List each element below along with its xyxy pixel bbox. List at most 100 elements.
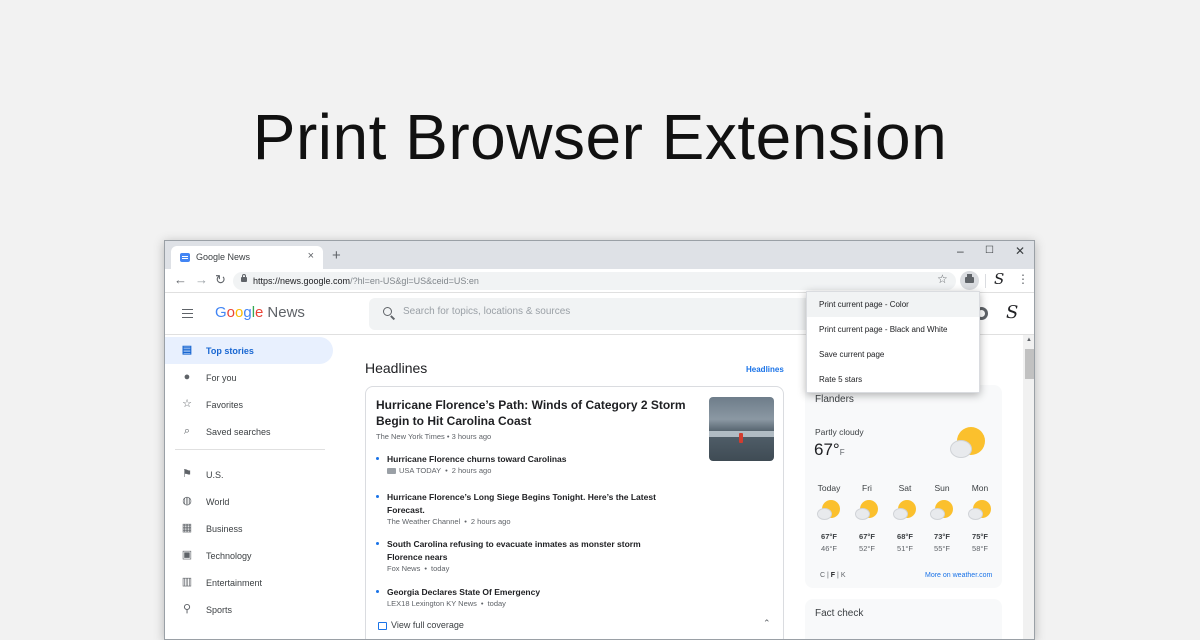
tab-google-news[interactable]: Google News ×: [171, 246, 323, 269]
lock-icon: [241, 274, 247, 282]
news-wordmark: News: [267, 304, 305, 321]
related-story-title[interactable]: South Carolina refusing to evacuate inma…: [387, 538, 677, 563]
forecast-low: 46°F: [821, 544, 837, 553]
back-arrow-icon[interactable]: ←: [174, 272, 187, 287]
sidebar-item-for-you[interactable]: ● For you: [165, 364, 333, 391]
related-story-meta: Fox News • today: [387, 564, 450, 573]
sidebar-item-saved-searches[interactable]: ⌕ Saved searches: [165, 418, 333, 445]
scroll-up-icon[interactable]: ▲: [1026, 337, 1032, 343]
related-story-title[interactable]: Hurricane Florence’s Long Siege Begins T…: [387, 491, 677, 516]
unit-f[interactable]: F: [831, 572, 835, 579]
bullet-dot: [376, 590, 379, 593]
weather-location: Flanders: [815, 394, 854, 405]
forecast-low: 51°F: [897, 544, 913, 553]
minimize-button[interactable]: –: [957, 244, 964, 258]
bullet-dot: [376, 495, 379, 498]
browser-window: Google News × + – ☐ ✕ ← → ↻ https://news…: [164, 240, 1035, 640]
forecast-high: 73°F: [934, 532, 950, 541]
tab-title: Google News: [196, 252, 251, 262]
toolbar: ← → ↻ https://news.google.com/?hl=en-US&…: [165, 269, 1034, 293]
s-logo-icon[interactable]: S: [1006, 302, 1018, 323]
print-extension-button[interactable]: [960, 271, 979, 290]
close-window-button[interactable]: ✕: [1015, 244, 1025, 258]
unit-switcher[interactable]: C | F | K: [820, 572, 845, 579]
popup-item-save-page[interactable]: Save current page: [807, 342, 979, 367]
forecast-low: 55°F: [934, 544, 950, 553]
sidebar-item-world[interactable]: ◍ World: [165, 488, 333, 515]
sidebar-nav: ▤ Top stories ● For you ☆ Favorites ⌕ Saved sea…: [165, 335, 343, 639]
sidebar-item-favorites[interactable]: ☆ Favorites: [165, 391, 333, 418]
related-story-title[interactable]: Georgia Declares State Of Emergency: [387, 586, 677, 599]
search-icon: ⌕: [183, 425, 191, 437]
sidebar-item-label: Technology: [206, 551, 252, 561]
sidebar-item-business[interactable]: ▦ Business: [165, 515, 333, 542]
more-weather-link[interactable]: More on weather.com: [925, 572, 992, 579]
chip-icon: ▣: [181, 549, 193, 561]
new-tab-button[interactable]: +: [332, 247, 341, 264]
flag-icon: ⚑: [182, 468, 192, 480]
globe-icon: ◍: [182, 495, 192, 507]
tab-close-icon[interactable]: ×: [308, 250, 314, 262]
fact-check-card: Fact check: [805, 599, 1002, 639]
scrollbar[interactable]: ▲: [1023, 335, 1034, 639]
more-menu-icon[interactable]: ⋮: [1017, 272, 1029, 286]
popup-item-rate[interactable]: Rate 5 stars: [807, 367, 979, 392]
search-input[interactable]: [403, 306, 803, 317]
forecast-low: 52°F: [859, 544, 875, 553]
sidebar-item-top-stories[interactable]: ▤ Top stories: [165, 337, 333, 364]
top-stories-icon: ▤: [181, 344, 193, 356]
sidebar-item-label: Saved searches: [206, 427, 271, 437]
search-icon: [383, 307, 392, 316]
view-full-coverage-link[interactable]: View full coverage: [378, 620, 464, 630]
promo-title: Print Browser Extension: [252, 101, 948, 173]
lead-story-meta: The New York Times • 3 hours ago: [376, 432, 492, 441]
address-url: https://news.google.com/?hl=en-US&gl=US&…: [253, 276, 479, 286]
google-news-favicon-icon: [180, 253, 190, 262]
google-news-logo[interactable]: Google News: [215, 304, 305, 321]
hamburger-menu-icon[interactable]: [182, 309, 193, 318]
popup-item-label: Rate 5 stars: [819, 375, 863, 384]
lead-story-title[interactable]: Hurricane Florence’s Path: Winds of Cate…: [376, 397, 696, 429]
scrollbar-thumb[interactable]: [1025, 349, 1034, 379]
address-bar[interactable]: https://news.google.com/?hl=en-US&gl=US&…: [233, 272, 956, 290]
sidebar-item-label: Business: [206, 524, 243, 534]
forecast-day: Sat: [898, 483, 912, 493]
sidebar-item-label: Favorites: [206, 400, 244, 410]
related-story-meta: LEX18 Lexington KY News • today: [387, 599, 506, 608]
reload-icon[interactable]: ↻: [215, 272, 226, 288]
fact-check-title: Fact check: [815, 608, 864, 619]
s-extension-button[interactable]: S: [994, 270, 1004, 288]
maximize-button[interactable]: ☐: [985, 245, 994, 256]
unit-c[interactable]: C: [820, 572, 825, 579]
search-bar[interactable]: [369, 298, 839, 330]
bike-icon: ⚲: [182, 603, 192, 615]
forecast-day: Sun: [934, 483, 950, 493]
headlines-link[interactable]: Headlines: [746, 365, 784, 374]
popup-item-print-bw[interactable]: Print current page - Black and White: [807, 317, 979, 342]
bookmark-star-icon[interactable]: ☆: [937, 272, 948, 286]
story-card: Hurricane Florence’s Path: Winds of Cate…: [365, 386, 784, 639]
popup-item-print-color[interactable]: Print current page - Color: [807, 292, 979, 317]
partly-cloudy-icon: [818, 500, 840, 522]
sidebar-item-u-s[interactable]: ⚑ U.S.: [165, 461, 333, 488]
related-story-meta: The Weather Channel • 2 hours ago: [387, 517, 511, 526]
section-title: Headlines: [365, 360, 428, 376]
popup-item-label: Save current page: [819, 350, 885, 359]
bullet-dot: [376, 542, 379, 545]
weather-temperature: 67°F: [814, 440, 845, 459]
star-icon: ☆: [182, 398, 192, 410]
related-story-title[interactable]: Hurricane Florence churns toward Carolin…: [387, 453, 677, 466]
story-thumbnail[interactable]: [709, 397, 774, 461]
forecast-day: Mon: [971, 483, 989, 493]
forecast-day: Fri: [862, 483, 872, 493]
forward-arrow-icon[interactable]: →: [195, 272, 208, 287]
coverage-icon: [378, 621, 387, 630]
sidebar-item-technology[interactable]: ▣ Technology: [165, 542, 333, 569]
unit-k[interactable]: K: [841, 572, 846, 579]
person-icon: ●: [183, 371, 191, 383]
collapse-chevron-icon[interactable]: ⌃: [763, 618, 771, 629]
video-icon: [387, 468, 396, 475]
sidebar-item-entertainment[interactable]: ▥ Entertainment: [165, 569, 333, 596]
print-extension-popup: Print current page - Color Print current …: [806, 291, 980, 393]
sidebar-item-sports[interactable]: ⚲ Sports: [165, 596, 333, 623]
